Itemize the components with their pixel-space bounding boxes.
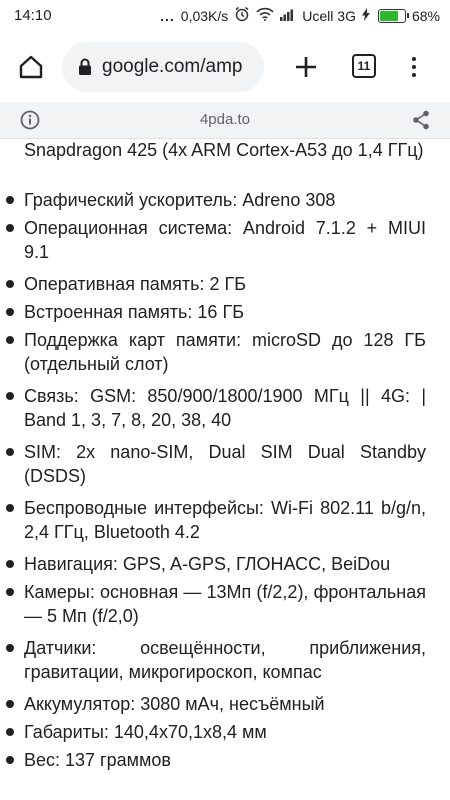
- spec-item: Аккумулятор: 3080 мАч, несъёмный: [24, 694, 325, 714]
- menu-button[interactable]: [402, 50, 426, 84]
- address-bar[interactable]: google.com/amp: [62, 42, 264, 92]
- bullet: [6, 392, 14, 400]
- battery-icon: [377, 8, 409, 23]
- amp-domain[interactable]: 4pda.to: [0, 111, 450, 128]
- bullet: [6, 448, 14, 456]
- bullet: [6, 728, 14, 736]
- bullet: [6, 588, 14, 596]
- url-text[interactable]: google.com/amp: [102, 56, 242, 78]
- spec-item: Камеры: основная — 13Мп (f/2,2), фронтал…: [24, 582, 426, 626]
- network-speed: 0,03K/s: [180, 7, 229, 24]
- charging-icon: [361, 7, 370, 24]
- menu-dot: [412, 57, 416, 61]
- tab-count: 11: [357, 59, 371, 73]
- wifi-icon: [256, 7, 274, 24]
- spec-item: Поддержка карт памяти: microSD до 128 ГБ…: [24, 330, 426, 374]
- spec-item: Беспроводные интерфейсы: Wi-Fi 802.11 b/…: [24, 498, 426, 542]
- new-tab-button[interactable]: [289, 50, 323, 84]
- spec-item: Навигация: GPS, A-GPS, ГЛОНАСС, BeiDou: [24, 554, 391, 574]
- spec-item: Габариты: 140,4x70,1x8,4 мм: [24, 722, 267, 742]
- bullet: [6, 644, 14, 652]
- bullet: [6, 280, 14, 288]
- status-time: 14:10: [14, 7, 52, 24]
- notification-dots: ...: [160, 7, 175, 24]
- bullet: [6, 504, 14, 512]
- spec-item: Вес: 137 граммов: [24, 750, 171, 770]
- share-icon[interactable]: [412, 110, 430, 135]
- menu-dot: [412, 65, 416, 69]
- tab-switcher-button[interactable]: 11: [352, 54, 376, 78]
- spec-item: Связь: GSM: 850/900/1800/1900 МГц || 4G:…: [24, 386, 426, 430]
- spec-item: Графический ускоритель: Adreno 308: [24, 190, 336, 210]
- spec-item: SIM: 2x nano-SIM, Dual SIM Dual Standby …: [24, 442, 426, 486]
- home-button[interactable]: [14, 50, 48, 84]
- spec-item: Встроенная память: 16 ГБ: [24, 302, 245, 322]
- spec-line: Snapdragon 425 (4x ARM Cortex-A53 до 1,4…: [24, 140, 424, 160]
- spec-item: Оперативная память: 2 ГБ: [24, 274, 247, 294]
- bullet: [6, 224, 14, 232]
- bullet: [6, 560, 14, 568]
- amp-header-bar: 4pda.to: [0, 102, 450, 139]
- carrier-label: Ucell 3G: [302, 7, 356, 24]
- spec-item: Операционная система: Android 7.1.2 + MI…: [24, 218, 426, 262]
- page-content: Snapdragon 425 (4x ARM Cortex-A53 до 1,4…: [0, 138, 450, 800]
- bullet: [6, 700, 14, 708]
- menu-dot: [412, 73, 416, 77]
- bullet: [6, 196, 14, 204]
- home-icon: [19, 55, 43, 79]
- bullet: [6, 308, 14, 316]
- browser-toolbar: google.com/amp 11: [0, 32, 450, 102]
- spec-item: Датчики: освещённости, приближения, грав…: [24, 638, 426, 682]
- bullet: [6, 336, 14, 344]
- alarm-icon: [234, 6, 250, 25]
- plus-icon: [296, 57, 316, 77]
- battery-percent: 68%: [411, 7, 440, 24]
- bullet: [6, 756, 14, 764]
- lock-icon: [78, 58, 92, 76]
- status-bar: 14:10 ... 0,03K/s Ucell 3G 68%: [0, 0, 450, 32]
- status-icons: ... 0,03K/s Ucell 3G 68%: [160, 6, 440, 25]
- signal-icon: [280, 8, 296, 24]
